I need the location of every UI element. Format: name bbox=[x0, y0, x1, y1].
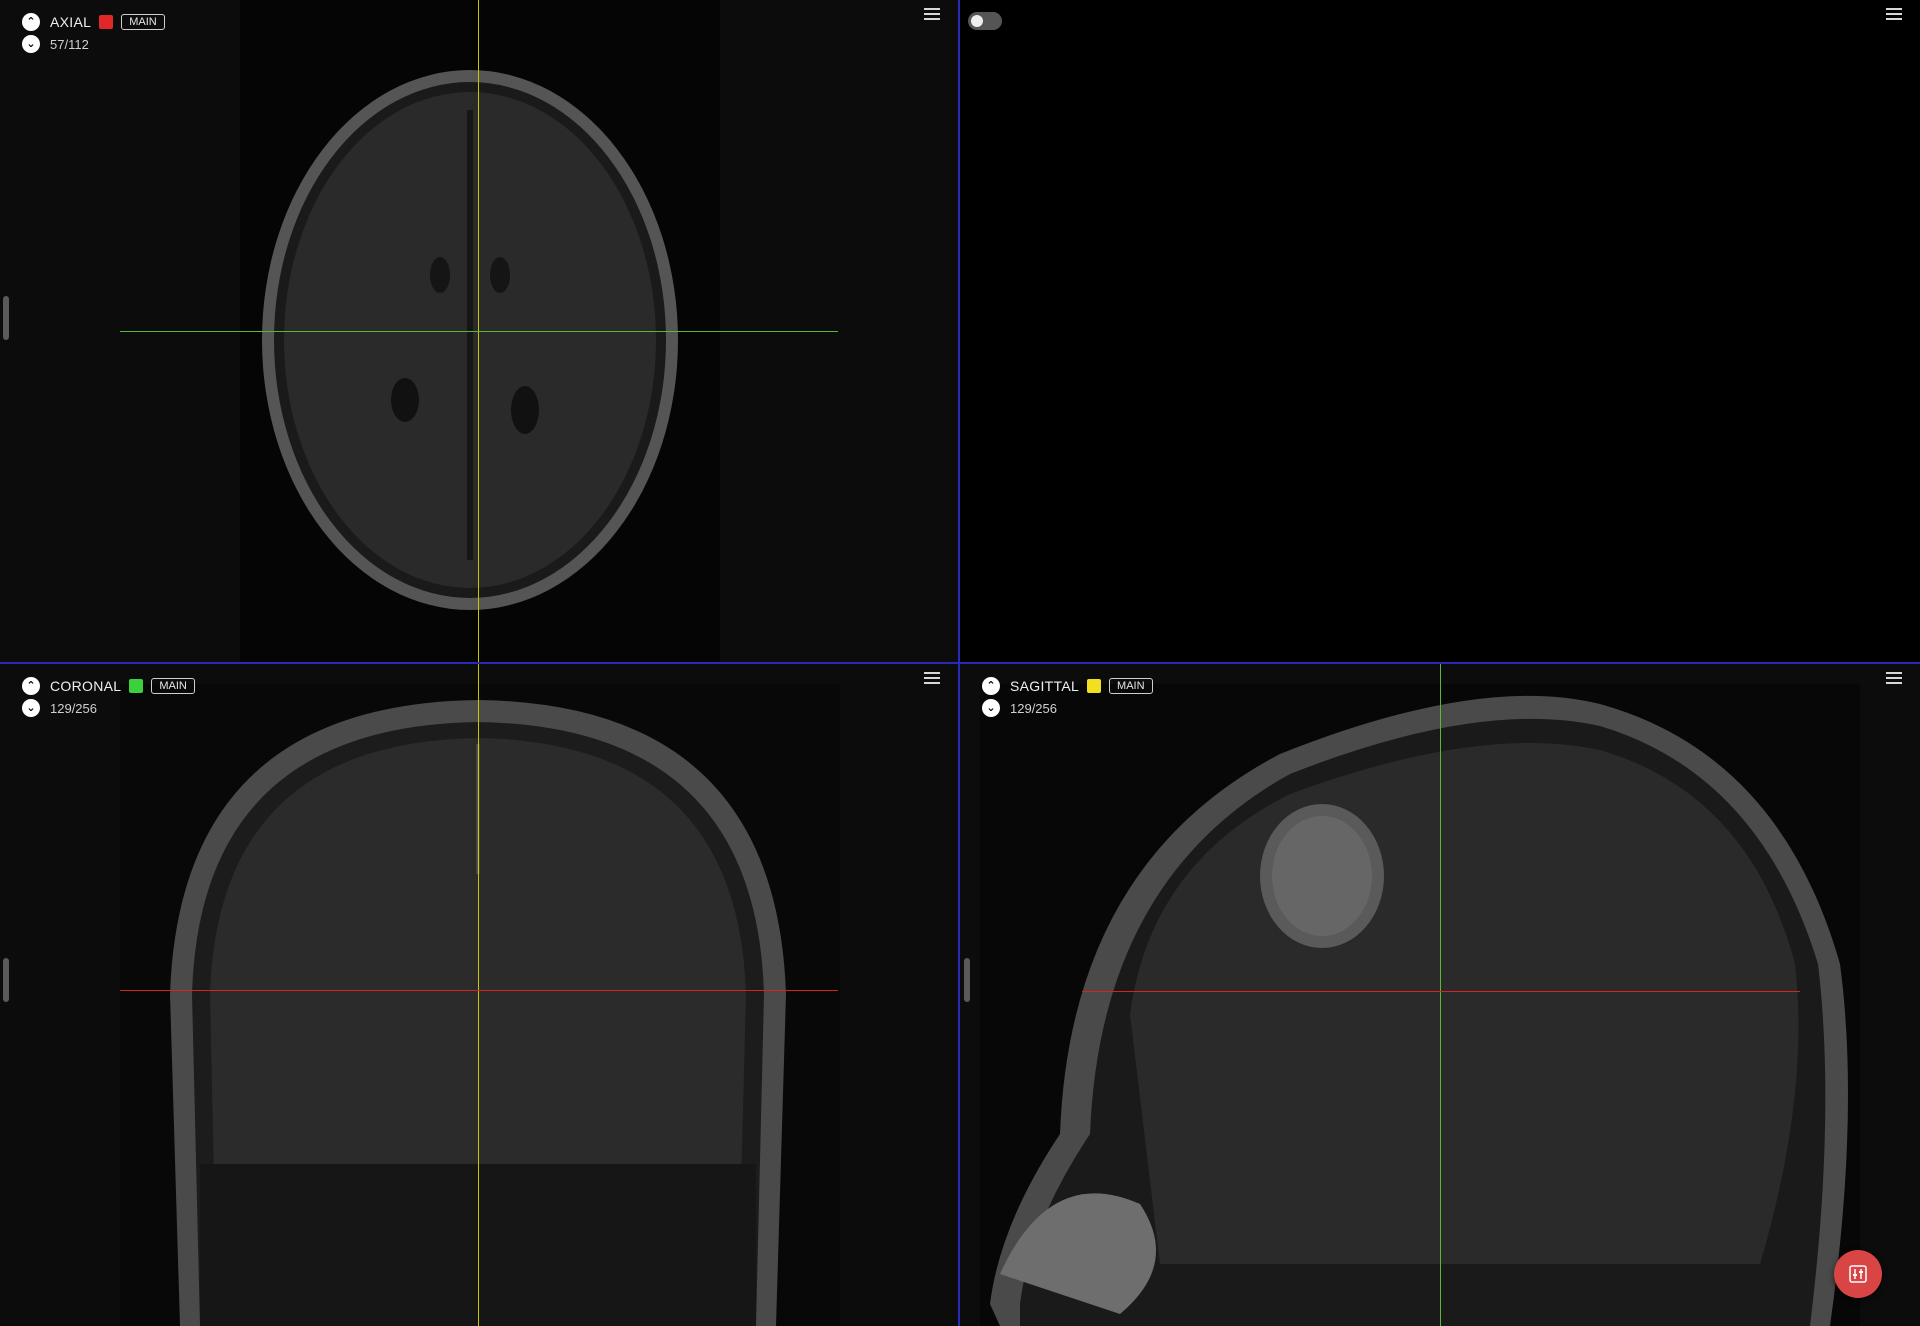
view-color-swatch bbox=[1087, 679, 1102, 693]
resize-handle[interactable] bbox=[964, 958, 970, 1002]
coronal-viewport[interactable]: ⌃ CORONAL MAIN ⌄ 129/256 bbox=[0, 664, 958, 1326]
view-name: CORONAL bbox=[50, 678, 122, 694]
3d-viewport[interactable] bbox=[960, 0, 1920, 662]
coronal-horizontal-crosshair[interactable] bbox=[120, 990, 838, 991]
chevron-down-icon[interactable]: ⌄ bbox=[982, 699, 1000, 717]
main-tag[interactable]: MAIN bbox=[121, 14, 165, 30]
view-color-swatch bbox=[99, 15, 114, 29]
view-name: AXIAL bbox=[50, 14, 92, 30]
slice-counter: 129/256 bbox=[1010, 700, 1057, 716]
coronal-scan-image bbox=[0, 664, 958, 1326]
view-name: SAGITTAL bbox=[1010, 678, 1080, 694]
sagittal-vertical-crosshair[interactable] bbox=[1440, 664, 1441, 1326]
chevron-up-icon[interactable]: ⌃ bbox=[22, 677, 40, 695]
hamburger-menu-icon[interactable] bbox=[1886, 8, 1902, 22]
chevron-up-icon[interactable]: ⌃ bbox=[982, 677, 1000, 695]
axial-hud: ⌃ AXIAL MAIN ⌄ 57/112 bbox=[22, 12, 165, 56]
sliders-fab-button[interactable] bbox=[1834, 1250, 1882, 1298]
main-tag[interactable]: MAIN bbox=[151, 678, 195, 694]
slice-counter: 57/112 bbox=[50, 36, 89, 52]
hamburger-menu-icon[interactable] bbox=[924, 8, 940, 22]
coronal-hud: ⌃ CORONAL MAIN ⌄ 129/256 bbox=[22, 676, 195, 720]
view-color-swatch bbox=[129, 679, 144, 693]
axial-horizontal-crosshair[interactable] bbox=[120, 331, 838, 332]
slice-counter: 129/256 bbox=[50, 700, 97, 716]
resize-handle[interactable] bbox=[3, 958, 9, 1002]
sagittal-hud: ⌃ SAGITTAL MAIN ⌄ 129/256 bbox=[982, 676, 1153, 720]
hamburger-menu-icon[interactable] bbox=[1886, 672, 1902, 686]
sliders-icon bbox=[1849, 1265, 1867, 1283]
chevron-up-icon[interactable]: ⌃ bbox=[22, 13, 40, 31]
axial-viewport[interactable]: ⌃ AXIAL MAIN ⌄ 57/112 bbox=[0, 0, 958, 662]
hamburger-menu-icon[interactable] bbox=[924, 672, 940, 686]
resize-handle[interactable] bbox=[3, 296, 9, 340]
3d-toggle[interactable] bbox=[968, 12, 1002, 30]
chevron-down-icon[interactable]: ⌄ bbox=[22, 35, 40, 53]
main-tag[interactable]: MAIN bbox=[1109, 678, 1153, 694]
horizontal-divider bbox=[0, 662, 1920, 664]
chevron-down-icon[interactable]: ⌄ bbox=[22, 699, 40, 717]
coronal-vertical-crosshair[interactable] bbox=[478, 664, 479, 1326]
sagittal-viewport[interactable]: ⌃ SAGITTAL MAIN ⌄ 129/256 bbox=[960, 664, 1920, 1326]
sagittal-horizontal-crosshair[interactable] bbox=[1082, 991, 1800, 992]
